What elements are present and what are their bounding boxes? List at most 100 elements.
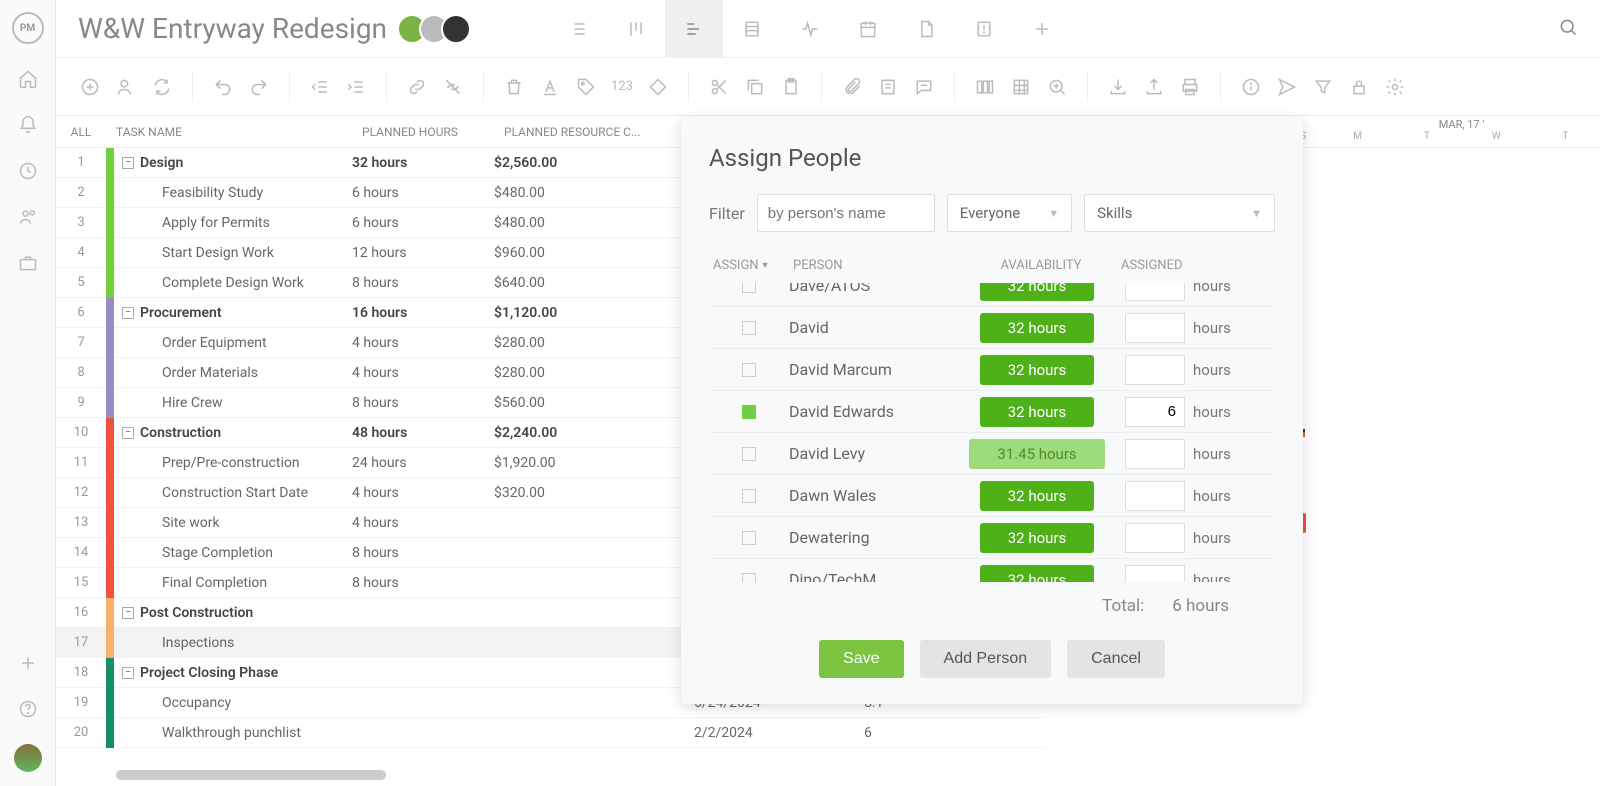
collapse-icon[interactable]: − bbox=[122, 667, 134, 679]
plus-icon[interactable] bbox=[17, 652, 39, 674]
number-icon[interactable]: 123 bbox=[610, 75, 634, 99]
add-person-button[interactable]: Add Person bbox=[920, 640, 1052, 678]
availability-pill: 32 hours bbox=[980, 481, 1095, 511]
assigned-hours-input[interactable] bbox=[1125, 397, 1185, 427]
info-icon[interactable] bbox=[1239, 75, 1263, 99]
assign-checkbox[interactable] bbox=[742, 573, 756, 583]
everyone-select[interactable]: Everyone▼ bbox=[947, 194, 1072, 232]
assign-icon[interactable] bbox=[114, 75, 138, 99]
app-logo[interactable]: PM bbox=[12, 12, 44, 44]
assigned-hours-input[interactable] bbox=[1125, 283, 1185, 301]
assign-checkbox[interactable] bbox=[742, 283, 756, 293]
export-icon[interactable] bbox=[1142, 75, 1166, 99]
search-icon[interactable] bbox=[1558, 17, 1578, 41]
assign-checkbox[interactable] bbox=[742, 363, 756, 377]
view-file-icon[interactable] bbox=[897, 0, 955, 58]
text-color-icon[interactable] bbox=[538, 75, 562, 99]
undo-icon[interactable] bbox=[211, 75, 235, 99]
filter-icon[interactable] bbox=[1311, 75, 1335, 99]
print-icon[interactable] bbox=[1178, 75, 1202, 99]
task-row[interactable]: 20Walkthrough punchlist2/2/20246 bbox=[56, 718, 1046, 748]
note-icon[interactable] bbox=[876, 75, 900, 99]
trash-icon[interactable] bbox=[502, 75, 526, 99]
attach-icon[interactable] bbox=[840, 75, 864, 99]
send-icon[interactable] bbox=[1275, 75, 1299, 99]
unlink-icon[interactable] bbox=[441, 75, 465, 99]
hours-unit: hours bbox=[1193, 361, 1231, 379]
availability-pill: 32 hours bbox=[980, 313, 1095, 343]
view-gantt-icon[interactable] bbox=[665, 0, 723, 58]
redo-icon[interactable] bbox=[247, 75, 271, 99]
assign-checkbox[interactable] bbox=[742, 447, 756, 461]
collapse-icon[interactable]: − bbox=[122, 607, 134, 619]
comment-icon[interactable] bbox=[912, 75, 936, 99]
view-add-icon[interactable] bbox=[1013, 0, 1071, 58]
user-avatar[interactable] bbox=[14, 744, 42, 772]
help-icon[interactable] bbox=[17, 698, 39, 720]
total-value: 6 hours bbox=[1172, 596, 1229, 616]
person-name: Dewatering bbox=[789, 528, 957, 547]
dialog-title: Assign People bbox=[709, 144, 1275, 172]
assigned-hours-input[interactable] bbox=[1125, 481, 1185, 511]
add-task-icon[interactable] bbox=[78, 75, 102, 99]
assigned-hours-input[interactable] bbox=[1125, 355, 1185, 385]
col-availability[interactable]: AVAILABILITY bbox=[961, 258, 1121, 273]
indent-icon[interactable] bbox=[344, 75, 368, 99]
view-pulse-icon[interactable] bbox=[781, 0, 839, 58]
home-icon[interactable] bbox=[17, 68, 39, 90]
refresh-icon[interactable] bbox=[150, 75, 174, 99]
assigned-hours-input[interactable] bbox=[1125, 565, 1185, 583]
briefcase-icon[interactable] bbox=[17, 252, 39, 274]
assign-checkbox[interactable] bbox=[742, 405, 756, 419]
skills-select[interactable]: Skills▼ bbox=[1084, 194, 1275, 232]
person-row: Dawn Wales32 hourshours bbox=[709, 475, 1275, 517]
project-members[interactable] bbox=[405, 14, 471, 44]
view-board-icon[interactable] bbox=[607, 0, 665, 58]
import-icon[interactable] bbox=[1106, 75, 1130, 99]
col-person[interactable]: PERSON bbox=[793, 258, 961, 273]
columns-icon[interactable] bbox=[973, 75, 997, 99]
col-all[interactable]: ALL bbox=[56, 125, 106, 139]
view-calendar-icon[interactable] bbox=[839, 0, 897, 58]
availability-pill: 32 hours bbox=[980, 355, 1095, 385]
bell-icon[interactable] bbox=[17, 114, 39, 136]
cancel-button[interactable]: Cancel bbox=[1067, 640, 1165, 678]
col-hours[interactable]: PLANNED HOURS bbox=[352, 125, 494, 139]
person-name: David Edwards bbox=[789, 402, 957, 421]
view-sheet-icon[interactable] bbox=[723, 0, 781, 58]
paste-icon[interactable] bbox=[779, 75, 803, 99]
tag-icon[interactable] bbox=[574, 75, 598, 99]
view-risk-icon[interactable] bbox=[955, 0, 1013, 58]
col-cost[interactable]: PLANNED RESOURCE C... bbox=[494, 125, 694, 139]
lock-icon[interactable] bbox=[1347, 75, 1371, 99]
collapse-icon[interactable]: − bbox=[122, 427, 134, 439]
assigned-hours-input[interactable] bbox=[1125, 523, 1185, 553]
col-name[interactable]: TASK NAME bbox=[106, 125, 352, 139]
gear-icon[interactable] bbox=[1383, 75, 1407, 99]
save-button[interactable]: Save bbox=[819, 640, 903, 678]
collapse-icon[interactable]: − bbox=[122, 157, 134, 169]
grid-icon[interactable] bbox=[1009, 75, 1033, 99]
assigned-hours-input[interactable] bbox=[1125, 439, 1185, 469]
milestone-icon[interactable] bbox=[646, 75, 670, 99]
filter-input[interactable] bbox=[757, 194, 935, 232]
collapse-icon[interactable]: − bbox=[122, 307, 134, 319]
horizontal-scrollbar[interactable] bbox=[116, 770, 386, 780]
assign-checkbox[interactable] bbox=[742, 321, 756, 335]
assigned-hours-input[interactable] bbox=[1125, 313, 1185, 343]
link-icon[interactable] bbox=[405, 75, 429, 99]
assign-checkbox[interactable] bbox=[742, 531, 756, 545]
col-assign[interactable]: ASSIGN▼ bbox=[713, 258, 793, 273]
copy-icon[interactable] bbox=[743, 75, 767, 99]
view-list-icon[interactable] bbox=[549, 0, 607, 58]
outdent-icon[interactable] bbox=[308, 75, 332, 99]
hours-unit: hours bbox=[1193, 283, 1231, 295]
cut-icon[interactable] bbox=[707, 75, 731, 99]
people-icon[interactable] bbox=[17, 206, 39, 228]
col-assigned[interactable]: ASSIGNED bbox=[1121, 258, 1271, 273]
person-row: Dave/ATOS32 hourshours bbox=[709, 283, 1275, 307]
page-header: W&W Entryway Redesign bbox=[56, 0, 1600, 58]
zoom-in-icon[interactable] bbox=[1045, 75, 1069, 99]
assign-checkbox[interactable] bbox=[742, 489, 756, 503]
clock-icon[interactable] bbox=[17, 160, 39, 182]
